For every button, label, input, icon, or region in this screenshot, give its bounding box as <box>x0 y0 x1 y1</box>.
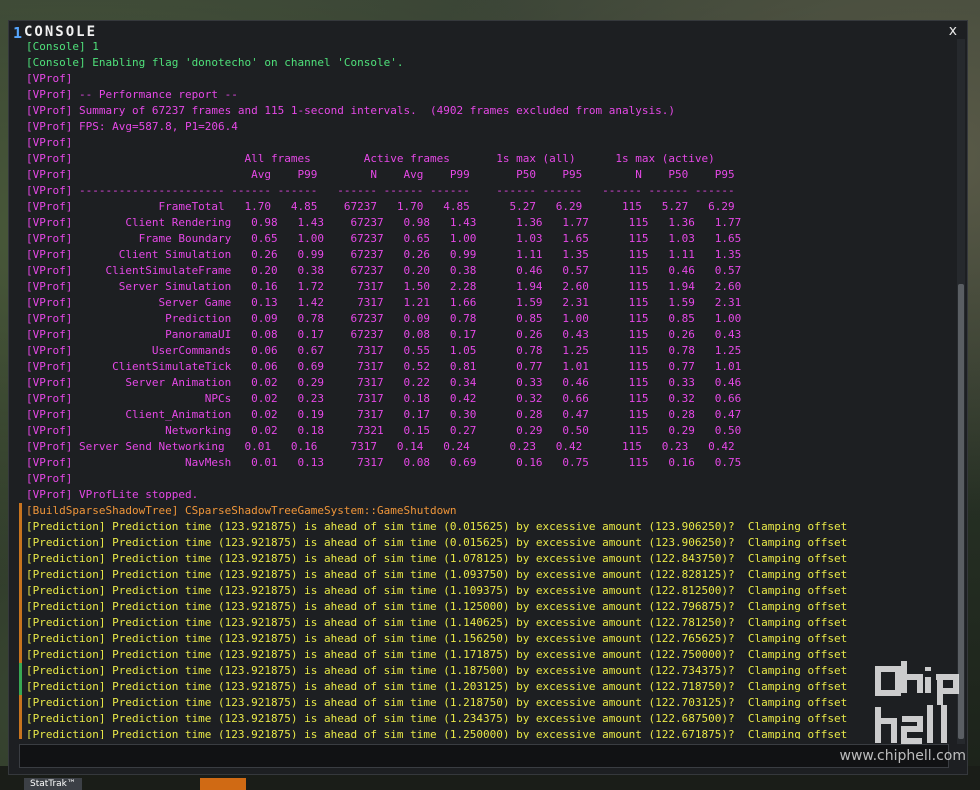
log-line: [VProf] Networking 0.02 0.18 7321 0.15 0… <box>26 424 742 437</box>
close-button[interactable]: x <box>949 23 957 39</box>
log-line: [VProf] Avg P99 N Avg P99 P50 P95 N P50 … <box>26 168 735 181</box>
log-line: [VProf] Server Send Networking 0.01 0.16… <box>26 440 735 453</box>
log-line: [VProf] NavMesh 0.01 0.13 7317 0.08 0.69… <box>26 456 742 469</box>
log-line: [Console] 1 <box>26 40 99 53</box>
console-input-bar <box>19 744 949 768</box>
log-line: [VProf] -- Performance report -- <box>26 88 238 101</box>
log-line: [Prediction] Prediction time (123.921875… <box>19 599 951 615</box>
log-line: [VProf] All frames Active frames 1s max … <box>26 152 715 165</box>
log-line: [Prediction] Prediction time (123.921875… <box>19 551 951 567</box>
log-line: [VProf] VProfLite stopped. <box>26 488 199 501</box>
log-line: [VProf] NPCs 0.02 0.23 7317 0.18 0.42 0.… <box>26 392 742 405</box>
log-line: [Prediction] Prediction time (123.921875… <box>19 631 951 647</box>
log-line: [VProf] <box>26 136 73 149</box>
log-line: [VProf] Server Game 0.13 1.42 7317 1.21 … <box>26 296 742 309</box>
log-line: [VProf] FPS: Avg=587.8, P1=206.4 <box>26 120 238 133</box>
log-line: [VProf] <box>26 472 73 485</box>
console-command-input[interactable] <box>20 745 948 768</box>
log-line: [Prediction] Prediction time (123.921875… <box>19 727 951 739</box>
log-line: [Prediction] Prediction time (123.921875… <box>19 519 951 535</box>
log-line: [Prediction] Prediction time (123.921875… <box>19 679 951 695</box>
hud-orange-chip <box>200 778 246 790</box>
console-log[interactable]: [Console] 1 [Console] Enabling flag 'dono… <box>19 39 951 739</box>
console-scrollbar[interactable] <box>957 39 965 744</box>
console-window: 1 CONSOLE x [Console] 1 [Console] Enablin… <box>8 20 968 775</box>
log-line: [BuildSparseShadowTree] CSparseShadowTre… <box>19 503 951 519</box>
log-line: [VProf] PanoramaUI 0.08 0.17 67237 0.08 … <box>26 328 742 341</box>
console-title: CONSOLE <box>24 24 98 40</box>
site-watermark: www.chiphell.com <box>839 748 966 764</box>
log-line: [Prediction] Prediction time (123.921875… <box>19 535 951 551</box>
log-line: [Prediction] Prediction time (123.921875… <box>19 567 951 583</box>
log-line: [VProf] ---------------------- ------ --… <box>26 184 735 197</box>
log-line: [Console] Enabling flag 'donotecho' on c… <box>26 56 404 69</box>
log-line: [VProf] Client Simulation 0.26 0.99 6723… <box>26 248 742 261</box>
log-line: [Prediction] Prediction time (123.921875… <box>19 615 951 631</box>
log-line: [VProf] Client Rendering 0.98 1.43 67237… <box>26 216 742 229</box>
log-line: [VProf] Client_Animation 0.02 0.19 7317 … <box>26 408 742 421</box>
log-line: [VProf] Server Simulation 0.16 1.72 7317… <box>26 280 742 293</box>
log-line: [VProf] ClientSimulateFrame 0.20 0.38 67… <box>26 264 742 277</box>
log-line: [Prediction] Prediction time (123.921875… <box>19 663 951 679</box>
log-line: [Prediction] Prediction time (123.921875… <box>19 583 951 599</box>
stattrak-badge: StatTrak™ <box>24 778 82 790</box>
log-line: [VProf] <box>26 72 73 85</box>
log-line: [Prediction] Prediction time (123.921875… <box>19 711 951 727</box>
log-line: [VProf] FrameTotal 1.70 4.85 67237 1.70 … <box>26 200 735 213</box>
log-line: [VProf] UserCommands 0.06 0.67 7317 0.55… <box>26 344 742 357</box>
log-line: [Prediction] Prediction time (123.921875… <box>19 647 951 663</box>
log-line: [VProf] Server Animation 0.02 0.29 7317 … <box>26 376 742 389</box>
log-line: [VProf] ClientSimulateTick 0.06 0.69 731… <box>26 360 742 373</box>
log-line: [VProf] Prediction 0.09 0.78 67237 0.09 … <box>26 312 742 325</box>
chiphell-logo <box>875 661 959 744</box>
log-line: [VProf] Frame Boundary 0.65 1.00 67237 0… <box>26 232 742 245</box>
log-line: [VProf] Summary of 67237 frames and 115 … <box>26 104 676 117</box>
log-line: [Prediction] Prediction time (123.921875… <box>19 695 951 711</box>
